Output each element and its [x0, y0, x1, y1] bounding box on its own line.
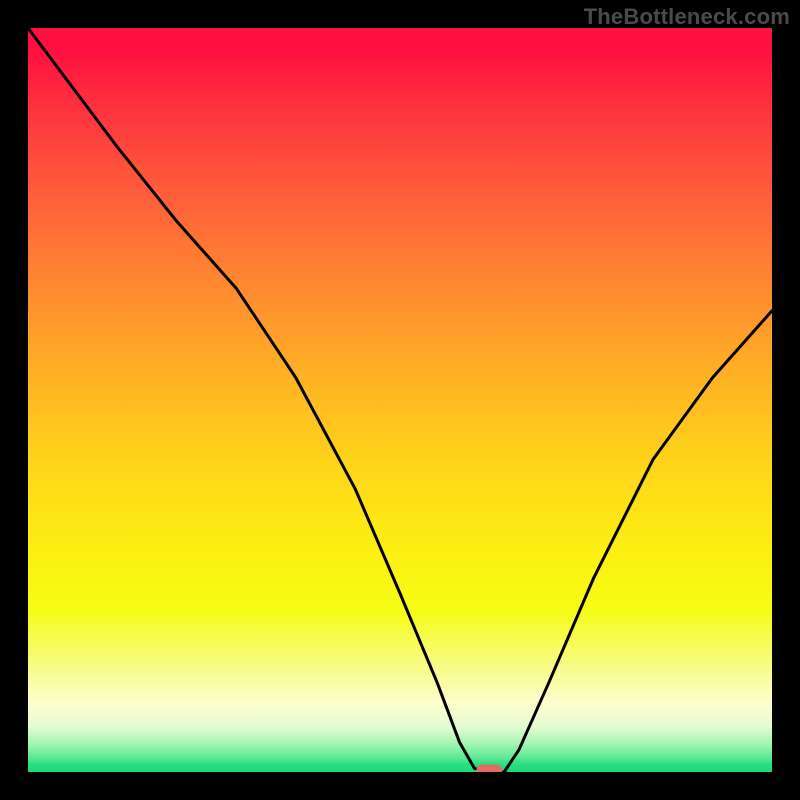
watermark-text: TheBottleneck.com — [584, 4, 790, 30]
optimal-point-marker — [476, 765, 502, 773]
curve-layer — [28, 28, 772, 772]
plot-area — [28, 28, 772, 772]
chart-frame: TheBottleneck.com — [0, 0, 800, 800]
bottleneck-curve — [28, 28, 772, 772]
